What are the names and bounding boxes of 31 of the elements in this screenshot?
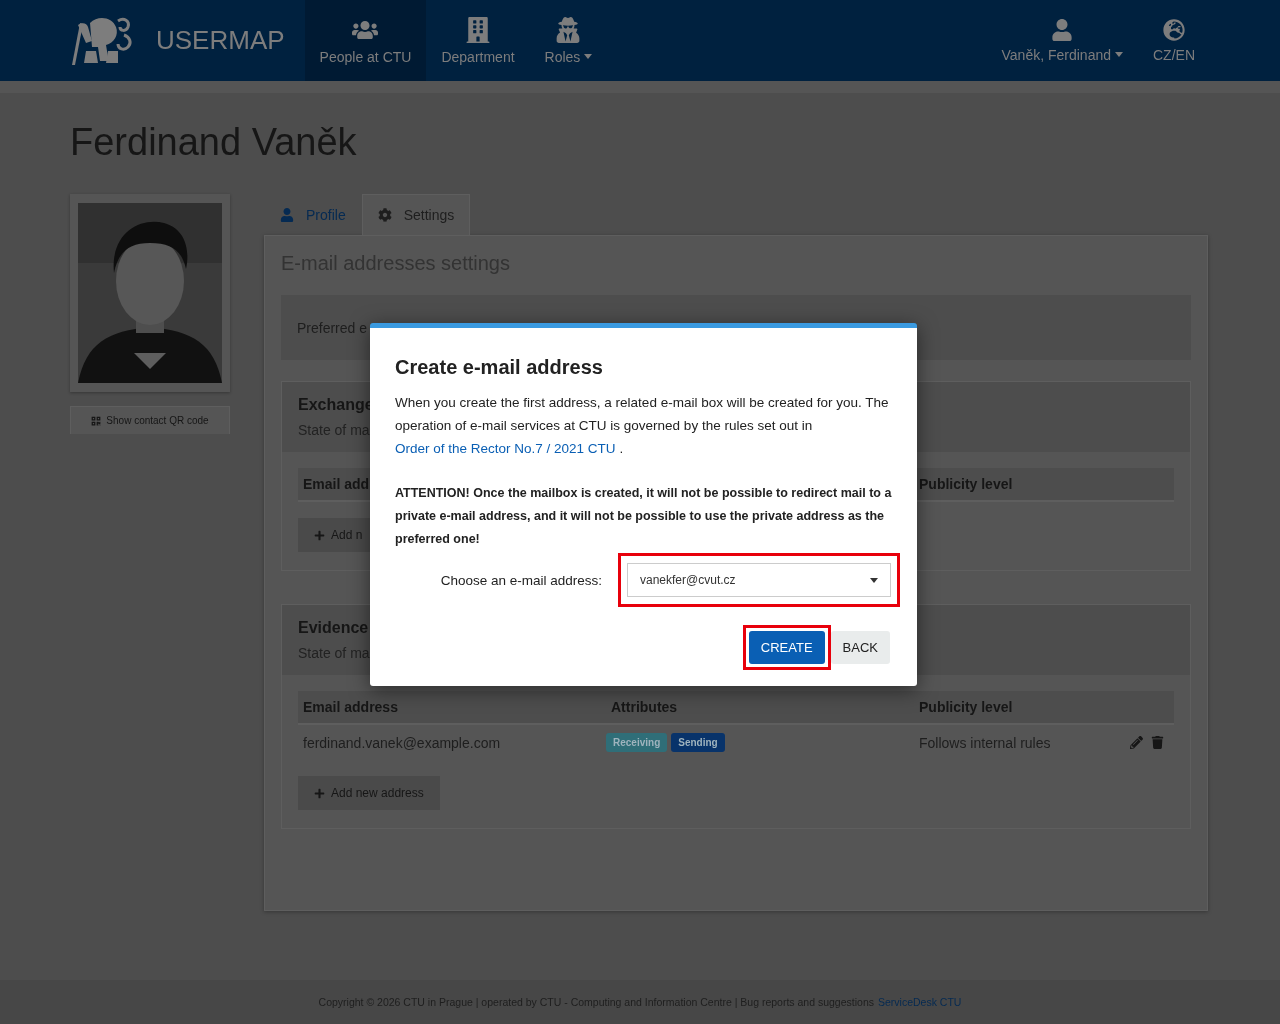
page-title: Ferdinand Vaněk: [70, 121, 358, 164]
nav-item[interactable]: Department: [426, 0, 530, 81]
rules-link[interactable]: Order of the Rector No.7 / 2021 CTU: [395, 441, 616, 456]
globe-icon: [1163, 18, 1185, 41]
create-button[interactable]: CREATE: [748, 631, 825, 664]
table-cell-text: ferdinand.vanek@example.com: [302, 733, 502, 753]
qr-code-icon: [91, 415, 102, 426]
nav-item[interactable]: Roles: [529, 0, 608, 81]
user-icon: [280, 208, 294, 222]
delete-icon[interactable]: [1151, 736, 1164, 749]
language-switch[interactable]: CZ/EN: [1138, 0, 1210, 81]
field-label: Choose an e-mail address:: [440, 572, 602, 588]
modal-title: Create e-mail address: [395, 356, 604, 379]
back-button[interactable]: BACK: [830, 631, 890, 664]
plus-icon: [314, 529, 325, 541]
building-icon: [465, 16, 491, 43]
caret-icon: [870, 577, 878, 583]
intro-paragraph: When you create the first address, a related e-mail box will be created for you. The operation of e-mail services at CTU is governed by the rules set out in Order of the Rector No.7 / 2021 CTU .: [395, 394, 890, 458]
user-menu[interactable]: Vaněk, Ferdinand: [986, 0, 1138, 81]
user-icon: [1051, 18, 1074, 41]
settings-icon: [377, 208, 392, 222]
attribute-tag: Sending: [671, 733, 725, 752]
agent-icon: [555, 16, 582, 43]
app-title: USERMAP: [156, 25, 285, 56]
section-title: Exchange: [298, 396, 374, 414]
edit-icon[interactable]: [1130, 736, 1143, 749]
plus-icon: [314, 787, 325, 799]
qr-code-button[interactable]: Show contact QR code: [70, 406, 230, 434]
attribute-tag: Receiving: [606, 733, 668, 752]
nav-item[interactable]: People at CTU: [304, 0, 427, 81]
address-select[interactable]: vanekfer@cvut.cz: [627, 563, 891, 597]
